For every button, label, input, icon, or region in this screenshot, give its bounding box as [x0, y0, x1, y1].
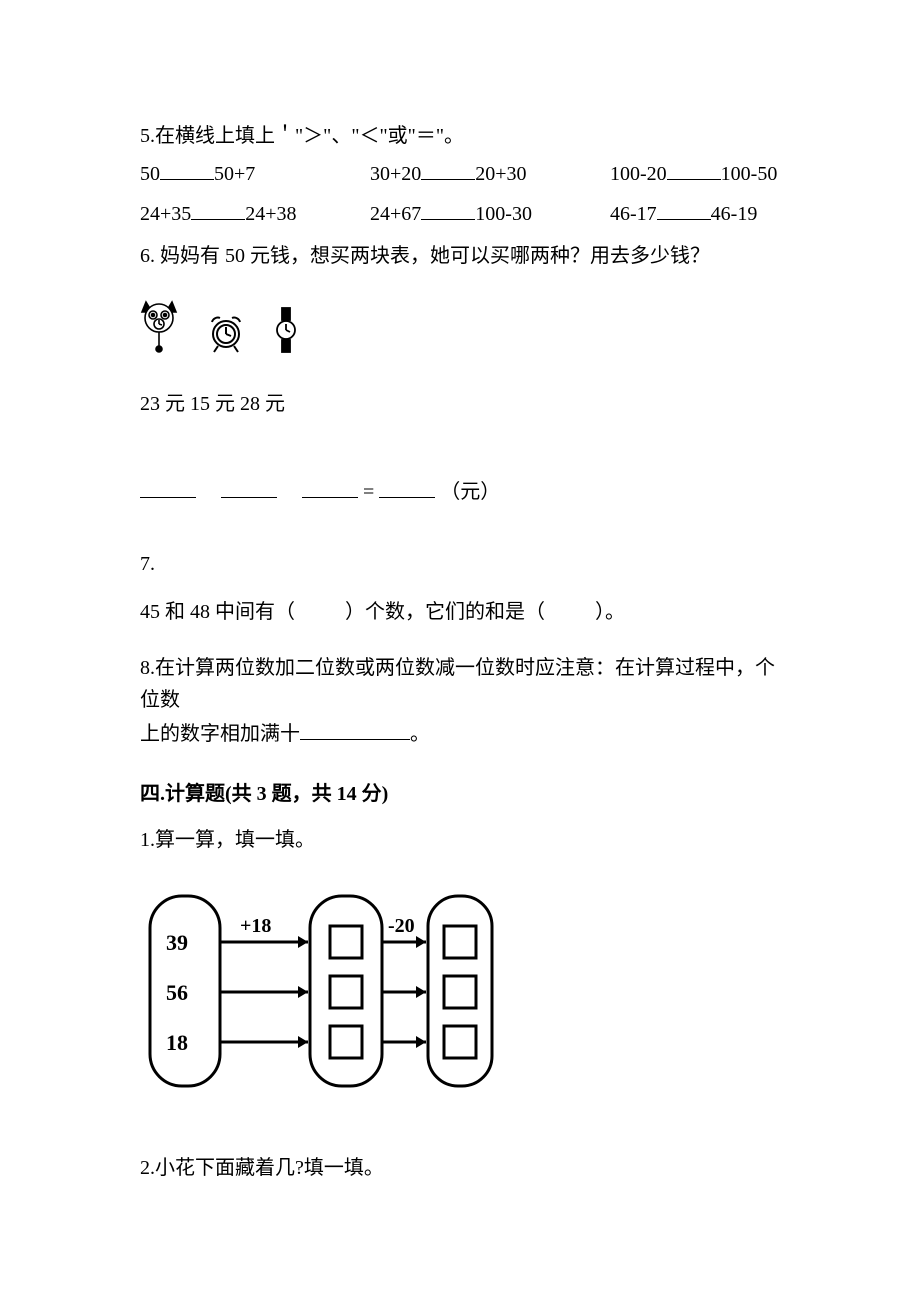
- q5-r2-c1: 24+35 24+38: [140, 198, 370, 230]
- q8-line2: 上的数字相加满十 。: [140, 718, 790, 750]
- q6-icons-row: [140, 298, 790, 364]
- question-8: 8.在计算两位数加二位数或两位数减一位数时应注意：在计算过程中，个位数 上的数字…: [140, 652, 790, 750]
- blank[interactable]: [160, 159, 214, 180]
- q8-line1: 8.在计算两位数加二位数或两位数减一位数时应注意：在计算过程中，个位数: [140, 652, 790, 716]
- q5-r1-d: 20+30: [475, 163, 526, 185]
- diag-in-2: 18: [166, 1030, 188, 1055]
- alarm-clock-icon: [206, 310, 246, 364]
- q5-r1-e: 100-20: [610, 163, 667, 185]
- diag-op2: -20: [388, 915, 415, 937]
- q8-line2-a: 上的数字相加满十: [140, 723, 300, 745]
- q5-r1-f: 100-50: [721, 163, 778, 185]
- worksheet-page: 5.在横线上填上＇"＞"、"＜"或"＝"。 50 50+7 30+20 20+30 …: [0, 0, 920, 1302]
- blank[interactable]: [140, 477, 196, 498]
- diag-in-1: 56: [166, 980, 188, 1005]
- blank[interactable]: [221, 477, 277, 498]
- blank[interactable]: [379, 477, 435, 498]
- q5-r2-e: 46-17: [610, 203, 657, 225]
- q5-r1-c1: 50 50+7: [140, 158, 370, 190]
- section-4-title: 四.计算题(共 3 题，共 14 分): [140, 778, 790, 810]
- question-6: 6. 妈妈有 50 元钱，想买两块表，她可以买哪两种？用去多少钱？: [140, 240, 790, 508]
- blank[interactable]: [421, 159, 475, 180]
- q5-r1-c3: 100-20 100-50: [610, 158, 777, 190]
- q5-r2-c: 24+67: [370, 203, 421, 225]
- calc-diagram: 39 56 18 +18 -20: [140, 886, 790, 1106]
- q5-r1-a: 50: [140, 163, 160, 185]
- q5-r2-d: 100-30: [475, 203, 532, 225]
- question-7: 7. 45 和 48 中间有（ ）个数，它们的和是（ ）。: [140, 548, 790, 628]
- q5-r1-c2: 30+20 20+30: [370, 158, 610, 190]
- blank[interactable]: [302, 477, 358, 498]
- q5-r2-c2: 24+67 100-30: [370, 198, 610, 230]
- q5-r1-b: 50+7: [214, 163, 255, 185]
- q6-prices: 23 元 15 元 28 元: [140, 388, 790, 420]
- q8-line2-b: 。: [410, 723, 430, 745]
- blank[interactable]: [667, 159, 721, 180]
- q7-body-c: ）。: [595, 601, 625, 623]
- sec4-q1: 1.算一算，填一填。: [140, 824, 790, 1106]
- sec4-q2-title: 2.小花下面藏着几?填一填。: [140, 1152, 790, 1184]
- q5-row2: 24+35 24+38 24+67 100-30 46-17 46-19: [140, 198, 790, 230]
- blank[interactable]: [191, 199, 245, 220]
- q7-body: 45 和 48 中间有（ ）个数，它们的和是（ ）。: [140, 596, 790, 628]
- blank[interactable]: [421, 199, 475, 220]
- q5-r2-c3: 46-17 46-19: [610, 198, 757, 230]
- sec4-q2: 2.小花下面藏着几?填一填。: [140, 1152, 790, 1184]
- q5-row1: 50 50+7 30+20 20+30 100-20 100-50: [140, 158, 790, 190]
- diag-op1: +18: [240, 915, 271, 937]
- wrist-watch-icon: [274, 306, 298, 364]
- q5-title: 5.在横线上填上＇"＞"、"＜"或"＝"。: [140, 120, 790, 152]
- q7-title: 7.: [140, 548, 790, 580]
- diag-in-0: 39: [166, 930, 188, 955]
- sec4-q1-title: 1.算一算，填一填。: [140, 824, 790, 856]
- q6-equation: = （元）: [140, 476, 790, 508]
- q7-body-a: 45 和 48 中间有（: [140, 601, 295, 623]
- q6-eq-tail: =: [363, 481, 379, 503]
- blank[interactable]: [657, 199, 711, 220]
- q5-r1-c: 30+20: [370, 163, 421, 185]
- q6-title: 6. 妈妈有 50 元钱，想买两块表，她可以买哪两种？用去多少钱？: [140, 240, 790, 272]
- q7-body-b: ）个数，它们的和是（: [345, 601, 545, 623]
- question-5: 5.在横线上填上＇"＞"、"＜"或"＝"。 50 50+7 30+20 20+30 …: [140, 120, 790, 230]
- q5-r2-b: 24+38: [245, 203, 296, 225]
- owl-clock-icon: [140, 298, 178, 364]
- q5-r2-f: 46-19: [711, 203, 758, 225]
- blank[interactable]: [300, 719, 410, 740]
- q6-unit: （元）: [440, 481, 500, 503]
- q5-r2-a: 24+35: [140, 203, 191, 225]
